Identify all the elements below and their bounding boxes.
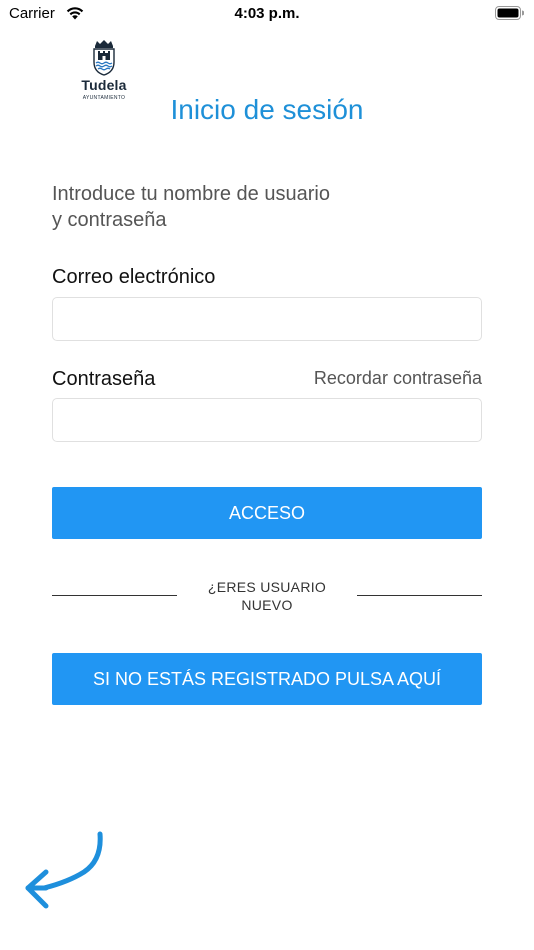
battery-icon [495, 6, 524, 20]
email-label: Correo electrónico [52, 266, 216, 288]
forgot-password-link[interactable]: Recordar contraseña [314, 368, 482, 389]
new-user-text: ¿ERES USUARIO NUEVO [187, 578, 347, 614]
access-button[interactable]: ACCESO [52, 487, 482, 539]
intro-text: Introduce tu nombre de usuario y contras… [52, 181, 392, 233]
intro-line-2: y contraseña [52, 209, 167, 231]
back-arrow-icon[interactable] [22, 830, 108, 916]
register-button[interactable]: SI NO ESTÁS REGISTRADO PULSA AQUÍ [52, 653, 482, 705]
coat-of-arms-icon [93, 40, 115, 76]
divider-right [357, 595, 482, 596]
status-bar: Carrier 4:03 p.m. [0, 0, 534, 30]
page-title: Inicio de sesión [170, 94, 364, 125]
status-time: 4:03 p.m. [234, 5, 300, 22]
divider-left [52, 595, 177, 596]
email-field[interactable] [52, 297, 482, 341]
new-user-line-2: NUEVO [241, 597, 293, 613]
intro-line-1: Introduce tu nombre de usuario [52, 183, 330, 205]
logo-name: Tudela [81, 77, 127, 93]
password-field[interactable] [52, 398, 482, 442]
new-user-line-1: ¿ERES USUARIO [207, 579, 327, 595]
password-label: Contraseña [52, 368, 156, 390]
